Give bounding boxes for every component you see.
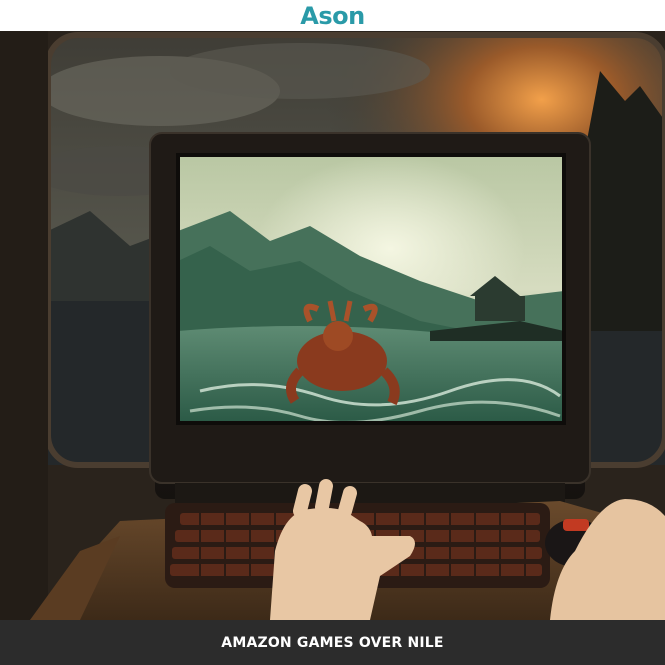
- caption-bar: AMAZON GAMES OVER NILE: [0, 620, 665, 665]
- logo-text: Ason: [300, 1, 365, 30]
- hero-illustration: [0, 31, 665, 620]
- page: Ason AMAZON GAMES OVER NILE: [0, 0, 665, 665]
- site-header: Ason: [0, 0, 665, 31]
- hero-image: [0, 31, 665, 620]
- image-caption: AMAZON GAMES OVER NILE: [221, 634, 444, 651]
- site-logo[interactable]: Ason: [300, 1, 365, 30]
